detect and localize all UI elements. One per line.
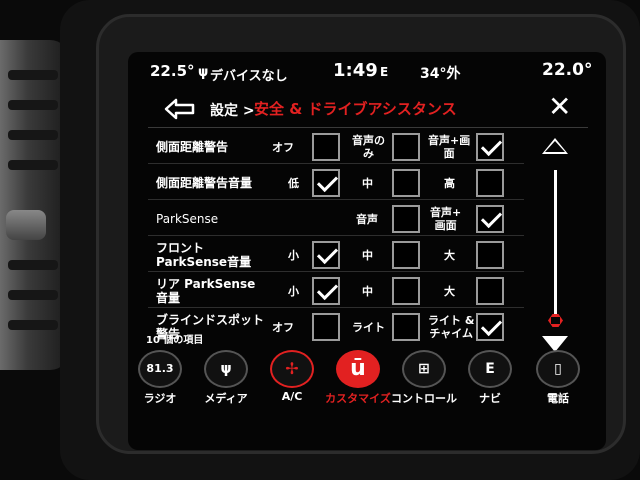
title-bar: 設定 > 安全 & ドライブアシスタンス ✕ [148,92,588,128]
option-label: 中 [362,249,373,262]
setting-row-blind-spot: ブラインドスポット 警告 オフ ライト ライト & チャイム [148,310,524,344]
setting-row-parksense: ParkSense 音声 音声+ 画面 [148,202,524,236]
checkbox-rear-vol-large[interactable] [476,277,504,305]
option-label: 低 [288,177,299,190]
checkbox-rear-vol-mid[interactable] [392,277,420,305]
dock-customize[interactable]: ū カスタマイズ [325,346,391,450]
setting-row-front-parksense-volume: フロント ParkSense音量 小 中 大 [148,238,524,272]
option-label: 小 [288,285,299,298]
uconnect-icon: ū [336,350,380,388]
dock-ac[interactable]: ✢ A/C [262,346,322,450]
setting-label: 側面距離警告音量 [156,176,253,190]
checkbox-rear-vol-small[interactable] [312,277,340,305]
checkbox-parksense-voice[interactable] [392,205,420,233]
back-arrow-icon[interactable] [162,96,198,122]
setting-row-side-distance: 側面距離警告 オフ 音声の み 音声+画 面 [148,130,524,164]
option-label: 中 [362,177,373,190]
dock-label: 電話 [547,392,569,405]
option-label: 音声+画 面 [428,134,471,160]
page-title: 安全 & ドライブアシスタンス [254,100,457,118]
option-label: 音声の み [352,134,385,160]
outside-temp: 34°外 [420,66,461,82]
close-icon[interactable]: ✕ [548,92,571,122]
option-label: 小 [288,249,299,262]
driver-temp: 22.5° [150,62,195,80]
checkbox-front-vol-large[interactable] [476,241,504,269]
scrollbar[interactable] [536,132,576,362]
checkbox-side-off[interactable] [312,133,340,161]
seat-heat-icon: ⊞ [402,350,446,388]
scroll-track[interactable] [554,170,557,320]
passenger-temp: 22.0° [542,60,593,80]
dock-phone[interactable]: ▯ 電話 [528,346,588,450]
dock-radio[interactable]: 81.3 ラジオ [130,346,190,450]
option-label: ライト [352,321,385,334]
item-count: 10 個の項目 [146,335,204,346]
usb-media-icon: ψ [204,350,248,388]
checkbox-side-voice-screen[interactable] [476,133,504,161]
radio-icon: 81.3 [138,350,182,388]
option-label: 大 [444,285,455,298]
checkbox-side-vol-low[interactable] [312,169,340,197]
option-label: 音声 [356,213,378,226]
checkbox-side-vol-high[interactable] [476,169,504,197]
option-label: 中 [362,285,373,298]
checkbox-side-vol-mid[interactable] [392,169,420,197]
dock-controls[interactable]: ⊞ コントロール [391,346,457,450]
option-label: 音声+ 画面 [430,206,462,232]
status-bar: 22.5° ψ デバイスなし 1:49 E 34°外 22.0° [128,52,606,88]
dock-media[interactable]: ψ メディア [196,346,256,450]
usb-icon: ψ [198,65,209,80]
setting-row-rear-parksense-volume: リア ParkSense 音量 小 中 大 [148,274,524,308]
option-label: 高 [444,177,455,190]
setting-label: ParkSense [156,212,219,226]
scroll-up-icon[interactable] [542,138,568,154]
checkbox-front-vol-small[interactable] [312,241,340,269]
option-label: ライト & チャイム [428,314,475,340]
setting-label: 側面距離警告 [156,140,229,154]
scroll-thumb[interactable] [548,314,563,327]
setting-label: フロント ParkSense音量 [156,241,252,269]
compass-heading: E [380,65,389,79]
checkbox-blind-off[interactable] [312,313,340,341]
clock: 1:49 [333,60,378,81]
phone-icon: ▯ [536,350,580,388]
checkbox-blind-light[interactable] [392,313,420,341]
device-status: デバイスなし [210,69,288,84]
bottom-dock: 81.3 ラジオ ψ メディア ✢ A/C ū カスタマイズ ⊞ コントロール … [128,346,606,450]
checkbox-front-vol-mid[interactable] [392,241,420,269]
setting-row-side-volume: 側面距離警告音量 低 中 高 [148,166,524,200]
infotainment-screen: 22.5° ψ デバイスなし 1:49 E 34°外 22.0° 設定 > 安全… [128,52,606,450]
setting-label: リア ParkSense 音量 [156,277,256,305]
option-label: オフ [272,141,294,154]
compass-icon: E [468,350,512,388]
dock-navi[interactable]: E ナビ [460,346,520,450]
fan-icon: ✢ [270,350,314,388]
option-label: 大 [444,249,455,262]
vent-knob [6,210,46,240]
option-label: オフ [272,321,294,334]
checkbox-blind-light-chime[interactable] [476,313,504,341]
breadcrumb[interactable]: 設定 > [210,100,255,120]
checkbox-parksense-voice-screen[interactable] [476,205,504,233]
checkbox-side-voice[interactable] [392,133,420,161]
